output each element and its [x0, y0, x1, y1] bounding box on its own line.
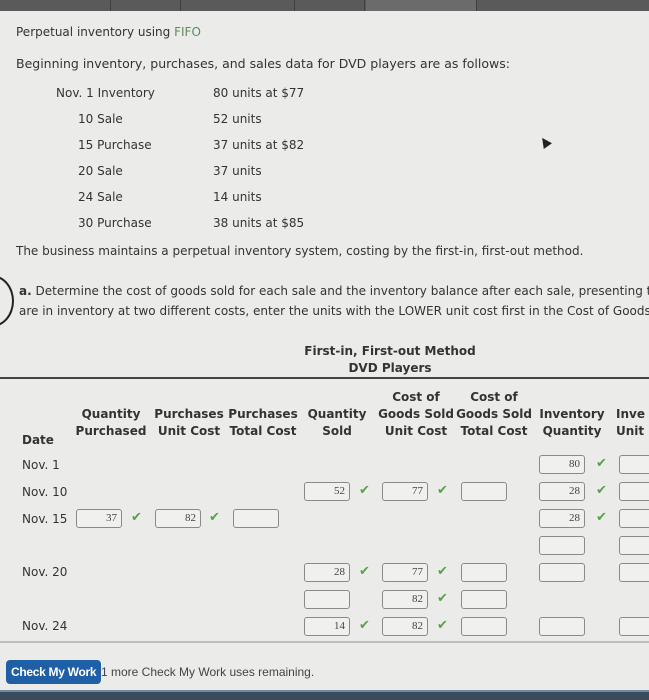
header-purchases-total-cost: Purchases Total Cost	[228, 407, 298, 438]
nov24-inventory-unit-cost-input[interactable]	[619, 617, 649, 636]
nov15-inventory-quantity-input-1[interactable]: 28	[539, 509, 585, 528]
nov1-inventory-unit-cost-input[interactable]	[619, 455, 649, 474]
browser-tab[interactable]	[0, 0, 111, 11]
nov24-inventory-quantity-input[interactable]	[539, 617, 585, 636]
nov10-inventory-quantity-input[interactable]: 28	[539, 482, 585, 501]
nov20-quantity-sold-input-2[interactable]	[304, 590, 350, 609]
description-text: The business maintains a perpetual inven…	[16, 244, 584, 258]
row-date-nov20: Nov. 20	[22, 565, 68, 579]
browser-tab[interactable]	[366, 0, 477, 11]
nov24-cogs-unit-cost-input[interactable]: 82	[382, 617, 428, 636]
browser-tab[interactable]	[182, 0, 295, 11]
nov20-cogs-total-cost-input-2[interactable]	[461, 590, 507, 609]
transaction-detail: 38 units at $85	[213, 216, 305, 230]
nov24-quantity-sold-input[interactable]: 14	[304, 617, 350, 636]
nov1-inventory-quantity-input[interactable]: 80	[539, 455, 585, 474]
nov20-cogs-unit-cost-input-2[interactable]: 82	[382, 590, 428, 609]
table-title-product: DVD Players	[348, 361, 432, 375]
browser-tab[interactable]	[296, 0, 365, 11]
header-cogs-total-cost: Cost of Goods Sold Total Cost	[456, 390, 532, 438]
transaction-date: 24 Sale	[78, 190, 123, 204]
header-date: Date	[22, 433, 54, 447]
check-icon: ✔	[437, 591, 448, 606]
check-icon: ✔	[359, 483, 370, 498]
header-quantity-purchased: Quantity Purchased	[75, 407, 147, 438]
question-text: a. Determine the cost of goods sold for …	[19, 281, 649, 321]
nov20-inventory-unit-cost-input[interactable]	[619, 563, 649, 582]
nov10-cogs-unit-cost-input[interactable]: 77	[382, 482, 428, 501]
check-icon: ✔	[131, 510, 142, 525]
table-title: First-in, First-out Method DVD Players	[280, 343, 500, 377]
browser-tab[interactable]	[110, 0, 181, 11]
check-icon: ✔	[359, 564, 370, 579]
row-date-nov10: Nov. 10	[22, 485, 68, 499]
nov24-cogs-total-cost-input[interactable]	[461, 617, 507, 636]
question-line-2: are in inventory at two different costs,…	[19, 304, 649, 318]
title-fifo-highlight: FIFO	[174, 25, 201, 39]
transaction-detail: 37 units	[213, 164, 262, 178]
table-title-method: First-in, First-out Method	[304, 344, 476, 358]
transaction-detail: 14 units	[213, 190, 262, 204]
check-my-work-button[interactable]: Check My Work	[6, 660, 102, 684]
row-date-nov15: Nov. 15	[22, 512, 68, 526]
title-text: Perpetual inventory using	[16, 25, 175, 39]
nov20-cogs-total-cost-input-1[interactable]	[461, 563, 507, 582]
row-date-nov24: Nov. 24	[22, 619, 68, 633]
check-icon: ✔	[359, 618, 370, 633]
nov20-inventory-quantity-input[interactable]	[539, 563, 585, 582]
check-icon: ✔	[437, 564, 448, 579]
check-remaining-text: 1 more Check My Work uses remaining.	[101, 665, 315, 679]
nov15-inventory-unit-cost-input-2[interactable]	[619, 536, 649, 555]
transaction-date: 10 Sale	[78, 112, 123, 126]
intro-text: Beginning inventory, purchases, and sale…	[16, 56, 510, 71]
transaction-date: 30 Purchase	[78, 216, 152, 230]
transaction-date: Nov. 1 Inventory	[56, 86, 155, 100]
header-quantity-sold: Quantity Sold	[307, 407, 367, 438]
transaction-detail: 37 units at $82	[213, 138, 305, 152]
nov10-cogs-total-cost-input[interactable]	[461, 482, 507, 501]
nov10-quantity-sold-input[interactable]: 52	[304, 482, 350, 501]
nov15-quantity-purchased-input[interactable]: 37	[76, 509, 122, 528]
problem-title: Perpetual inventory using FIFO	[16, 25, 201, 39]
nov15-purchases-total-cost-input[interactable]	[233, 509, 279, 528]
check-icon: ✔	[437, 618, 448, 633]
header-inventory-unit-cost: Inve Unit	[616, 407, 645, 438]
bottom-bar	[0, 690, 649, 700]
question-line-1: Determine the cost of goods sold for eac…	[35, 284, 649, 298]
header-cogs-unit-cost: Cost of Goods Sold Unit Cost	[378, 390, 454, 438]
check-icon: ✔	[437, 483, 448, 498]
transaction-detail: 52 units	[213, 112, 262, 126]
nov10-inventory-unit-cost-input[interactable]	[619, 482, 649, 501]
check-icon: ✔	[596, 510, 607, 525]
transaction-date: 20 Sale	[78, 164, 123, 178]
nov20-cogs-unit-cost-input-1[interactable]: 77	[382, 563, 428, 582]
table-title-rule	[0, 377, 649, 379]
nov15-purchases-unit-cost-input[interactable]: 82	[155, 509, 201, 528]
browser-tab-strip	[0, 0, 649, 11]
nov15-inventory-unit-cost-input-1[interactable]	[619, 509, 649, 528]
header-purchases-unit-cost: Purchases Unit Cost	[154, 407, 224, 438]
nov15-inventory-quantity-input-2[interactable]	[539, 536, 585, 555]
row-date-nov1: Nov. 1	[22, 458, 60, 472]
header-inventory-quantity: Inventory Quantity	[539, 407, 605, 438]
transaction-detail: 80 units at $77	[213, 86, 305, 100]
question-label: a.	[19, 284, 32, 298]
nov20-quantity-sold-input-1[interactable]: 28	[304, 563, 350, 582]
transaction-date: 15 Purchase	[78, 138, 152, 152]
check-icon: ✔	[596, 483, 607, 498]
footer-divider	[0, 641, 649, 643]
check-icon: ✔	[209, 510, 220, 525]
check-icon: ✔	[596, 456, 607, 471]
